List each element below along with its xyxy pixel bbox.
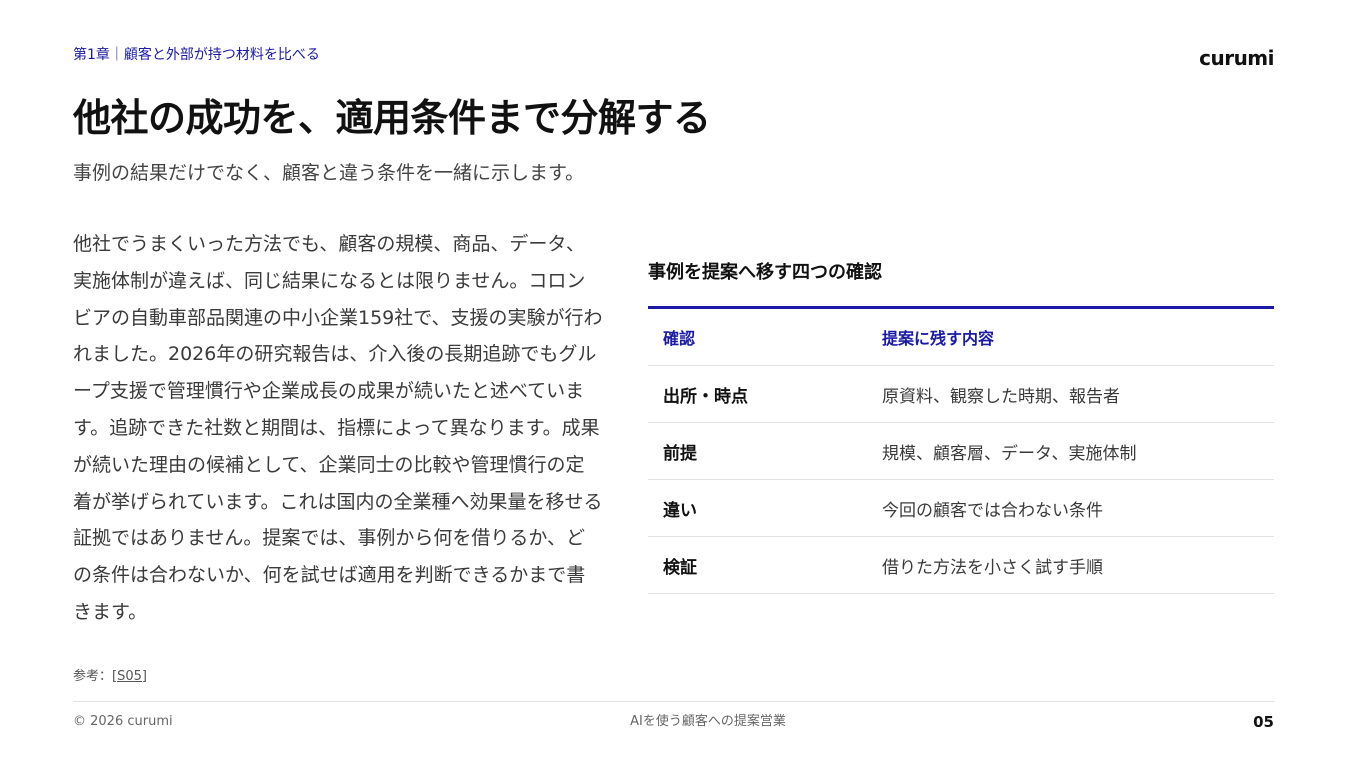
footer-deck-title: AIを使う顧客への提案営業 [630,714,786,729]
body-paragraph: 他社でうまくいった方法でも、顧客の規模、商品、データ、実施体制が違えば、同じ結果… [73,233,603,623]
column-header-check: 確認 [648,307,867,366]
column-header-content: 提案に残す内容 [867,307,1274,366]
chapter-label: 第1章｜顧客と外部が持つ材料を比べる [73,47,320,63]
page-subtitle: 事例の結果だけでなく、顧客と違う条件を一緒に示します。 [73,162,585,184]
row-value: 借りた方法を小さく試す手順 [867,536,1274,594]
page-number: 05 [1253,713,1274,731]
reference-note: 参考：[S05] [73,667,147,687]
row-key: 前提 [648,422,867,480]
row-key: 出所・時点 [648,365,867,423]
footer-divider [73,701,1275,702]
row-value: 規模、顧客層、データ、実施体制 [867,422,1274,480]
table-row: 出所・時点 原資料、観察した時期、報告者 [648,365,1274,423]
table-row: 違い 今回の顧客では合わない条件 [648,479,1274,537]
table-heading: 事例を提案へ移す四つの確認 [648,262,882,283]
table-row: 前提 規模、顧客層、データ、実施体制 [648,422,1274,480]
check-table: 確認 提案に残す内容 出所・時点 原資料、観察した時期、報告者 前提 規模、顧客… [648,306,1274,594]
row-key: 検証 [648,536,867,594]
page-title: 他社の成功を、適用条件まで分解する [73,96,711,140]
brand-logo: curumi [1199,46,1274,70]
row-value: 原資料、観察した時期、報告者 [867,365,1274,423]
table-header-row: 確認 提案に残す内容 [648,307,1274,366]
table-row: 検証 借りた方法を小さく試す手順 [648,536,1274,594]
reference-link[interactable]: [S05] [112,669,147,684]
row-key: 違い [648,479,867,537]
reference-label: 参考： [73,669,113,684]
row-value: 今回の顧客では合わない条件 [867,479,1274,537]
